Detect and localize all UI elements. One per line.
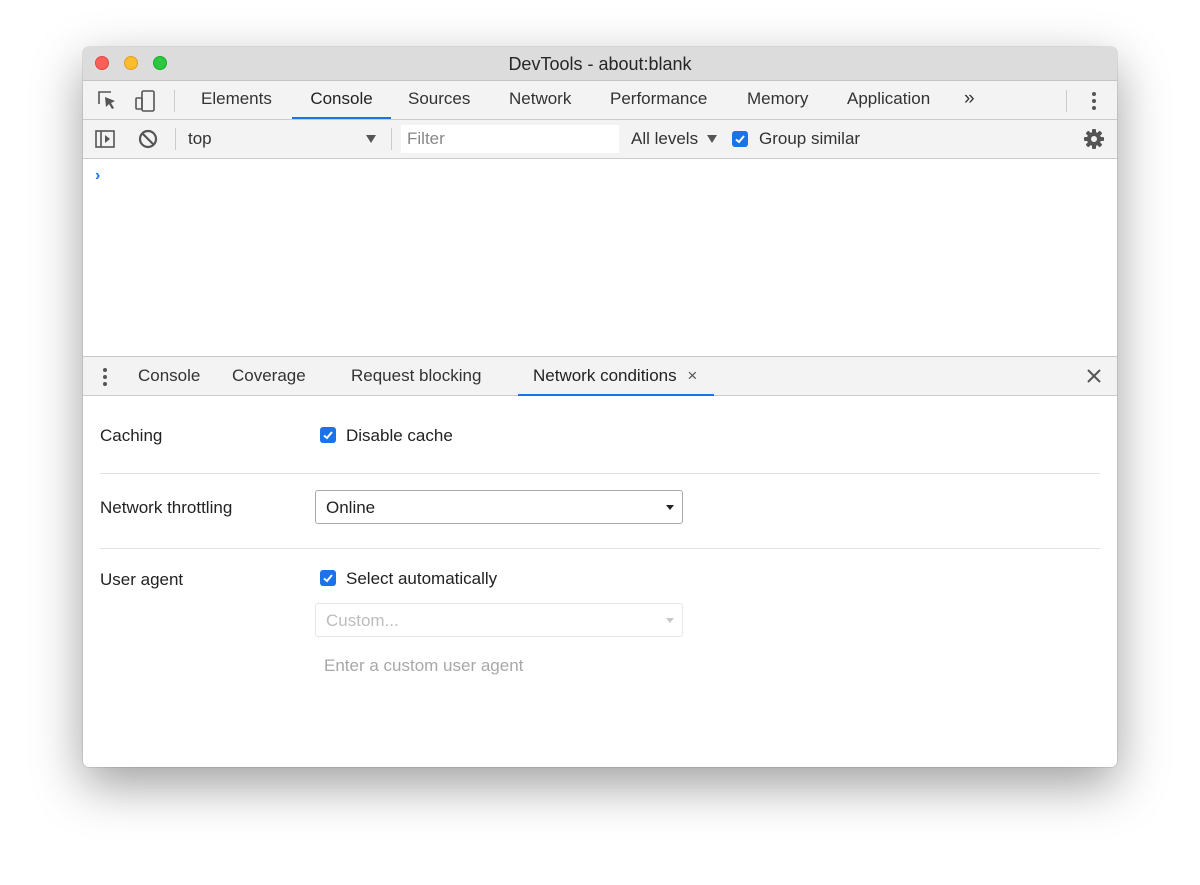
- chevron-down-icon: [666, 505, 674, 510]
- clear-console-icon[interactable]: [137, 128, 159, 155]
- context-dropdown-arrow-icon[interactable]: [366, 135, 376, 143]
- show-sidebar-icon[interactable]: [94, 128, 116, 155]
- user-agent-select[interactable]: Custom...: [315, 603, 683, 637]
- drawer-tab-console[interactable]: Console: [138, 357, 200, 396]
- main-tab-bar: Elements Console Sources Network Perform…: [83, 81, 1117, 120]
- filter-input[interactable]: [401, 125, 619, 153]
- window-title: DevTools - about:blank: [508, 54, 692, 74]
- network-throttling-label: Network throttling: [100, 498, 233, 517]
- drawer-tab-network-conditions[interactable]: Network conditions ×: [518, 357, 714, 396]
- title-bar: DevTools - about:blank: [83, 47, 1117, 81]
- console-toolbar: top All levels Group similar: [83, 120, 1117, 159]
- tab-bar-separator-right: [1066, 90, 1067, 112]
- more-vertical-icon[interactable]: [1088, 90, 1100, 117]
- section-divider: [100, 473, 1100, 474]
- drawer-menu-icon[interactable]: [101, 366, 109, 393]
- tab-console[interactable]: Console: [292, 81, 391, 119]
- user-agent-select-value: Custom...: [326, 611, 399, 630]
- user-agent-label: User agent: [100, 570, 184, 589]
- tab-performance[interactable]: Performance: [610, 81, 707, 119]
- toolbar-separator-2: [391, 128, 392, 150]
- tab-memory[interactable]: Memory: [747, 81, 808, 119]
- tab-bar-separator: [174, 90, 175, 112]
- context-selector[interactable]: top: [188, 129, 212, 149]
- close-icon[interactable]: [1086, 368, 1102, 389]
- drawer-tab-request-blocking[interactable]: Request blocking: [351, 357, 481, 396]
- select-automatically-label[interactable]: Select automatically: [346, 569, 497, 589]
- select-automatically-checkbox[interactable]: [320, 570, 336, 586]
- close-tab-icon[interactable]: ×: [687, 366, 697, 385]
- drawer-tab-bar: Console Coverage Request blocking Networ…: [83, 356, 1117, 396]
- device-toolbar-icon[interactable]: [134, 89, 156, 118]
- gear-icon[interactable]: [1083, 128, 1105, 155]
- levels-dropdown-arrow-icon[interactable]: [707, 135, 717, 143]
- disable-cache-checkbox[interactable]: [320, 427, 336, 443]
- caching-label: Caching: [100, 426, 163, 445]
- inspect-element-icon[interactable]: [96, 89, 118, 116]
- devtools-window: DevTools - about:blank Elements Console …: [83, 47, 1117, 767]
- group-similar-label[interactable]: Group similar: [759, 129, 860, 149]
- group-similar-checkbox[interactable]: [732, 131, 748, 147]
- console-prompt[interactable]: ›: [95, 167, 100, 185]
- more-tabs-button[interactable]: »: [964, 81, 975, 119]
- disable-cache-label[interactable]: Disable cache: [346, 426, 453, 446]
- log-levels-dropdown[interactable]: All levels: [631, 129, 698, 149]
- tab-application[interactable]: Application: [847, 81, 930, 119]
- drawer-tab-coverage[interactable]: Coverage: [232, 357, 306, 396]
- checkmark-icon: [735, 135, 745, 144]
- checkmark-icon: [323, 431, 333, 440]
- toolbar-separator: [175, 128, 176, 150]
- tab-elements[interactable]: Elements: [201, 81, 272, 119]
- tab-network[interactable]: Network: [509, 81, 571, 119]
- throttling-select[interactable]: Online: [315, 490, 683, 524]
- tab-sources[interactable]: Sources: [408, 81, 470, 119]
- section-divider: [100, 548, 1100, 549]
- network-conditions-panel: Caching Disable cache Network throttling…: [83, 396, 1117, 767]
- console-output[interactable]: ›: [83, 159, 1117, 356]
- throttling-select-value: Online: [326, 498, 376, 517]
- checkmark-icon: [323, 574, 333, 583]
- chevron-down-icon: [666, 618, 674, 623]
- custom-user-agent-input[interactable]: [315, 651, 683, 681]
- drawer-tab-label: Network conditions: [533, 366, 677, 385]
